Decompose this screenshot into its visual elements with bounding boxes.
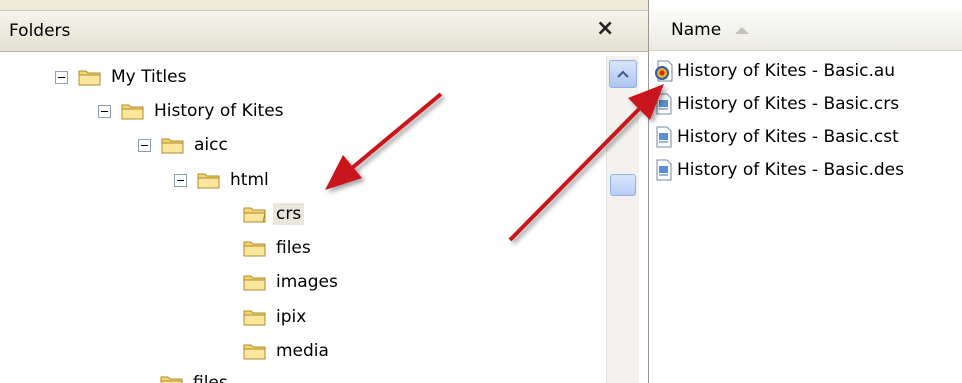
folder-icon (160, 374, 184, 383)
tree-item-aicc[interactable]: aicc (138, 130, 231, 160)
folder-icon (197, 171, 221, 189)
collapse-icon[interactable] (174, 173, 187, 187)
tree-item-html[interactable]: html (174, 165, 272, 195)
tree-item-files-partial[interactable]: files (160, 368, 231, 383)
collapse-icon[interactable] (138, 138, 151, 152)
top-strip (0, 0, 648, 10)
files-pane: Name History of Kites - Basic.au History… (648, 0, 962, 383)
file-row[interactable]: History of Kites - Basic.cst (655, 122, 899, 152)
folder-icon (121, 102, 145, 120)
folder-icon (243, 273, 267, 291)
tree-label: crs (273, 203, 305, 225)
tree-item-crs[interactable]: crs (243, 199, 305, 229)
tree-item-media[interactable]: media (243, 336, 332, 366)
tree-label: files (193, 373, 228, 383)
folders-title: Folders (9, 21, 71, 41)
column-label: Name (671, 20, 722, 40)
file-row[interactable]: History of Kites - Basic.des (655, 155, 904, 185)
tree-item-my-titles[interactable]: My Titles (55, 62, 189, 92)
tree-label: ipix (276, 307, 307, 327)
audio-file-icon (655, 60, 673, 82)
tree-label: html (230, 170, 269, 190)
close-button[interactable]: × (596, 16, 614, 41)
chevron-up-icon (617, 70, 629, 78)
tree-item-history-of-kites[interactable]: History of Kites (98, 96, 287, 126)
sort-ascending-icon (735, 26, 750, 34)
folder-open-icon (243, 205, 267, 223)
tree-label: media (276, 341, 329, 361)
folder-icon (243, 342, 267, 360)
vertical-scrollbar[interactable] (606, 56, 639, 383)
files-header: Name (649, 10, 962, 51)
file-label: History of Kites - Basic.crs (677, 94, 900, 114)
file-label: History of Kites - Basic.des (677, 160, 904, 180)
tree-label: files (276, 238, 311, 258)
collapse-icon[interactable] (55, 70, 68, 84)
tree-item-ipix[interactable]: ipix (243, 302, 309, 332)
file-row[interactable]: History of Kites - Basic.crs (655, 89, 899, 119)
collapse-icon[interactable] (98, 104, 111, 118)
tree-item-images[interactable]: images (243, 267, 341, 297)
folder-icon (78, 68, 102, 86)
folder-icon (161, 136, 185, 154)
document-file-icon (656, 126, 672, 148)
name-column-header[interactable]: Name (671, 20, 750, 40)
folder-icon (243, 239, 267, 257)
folders-pane: Folders × My Titles History of Kites aic… (0, 0, 648, 383)
folder-icon (243, 308, 267, 326)
tree-label: History of Kites (154, 101, 284, 121)
file-label: History of Kites - Basic.cst (677, 127, 899, 147)
scroll-up-button[interactable] (609, 60, 637, 88)
file-row[interactable]: History of Kites - Basic.au (655, 56, 895, 86)
tree-label: aicc (194, 135, 228, 155)
document-file-icon (656, 93, 672, 115)
file-label: History of Kites - Basic.au (677, 61, 896, 81)
document-file-icon (656, 159, 672, 181)
folders-header: Folders × (0, 10, 648, 52)
tree-label: images (276, 272, 338, 292)
tree-label: My Titles (111, 67, 187, 87)
scroll-thumb[interactable] (610, 174, 636, 196)
tree-item-files[interactable]: files (243, 233, 314, 263)
